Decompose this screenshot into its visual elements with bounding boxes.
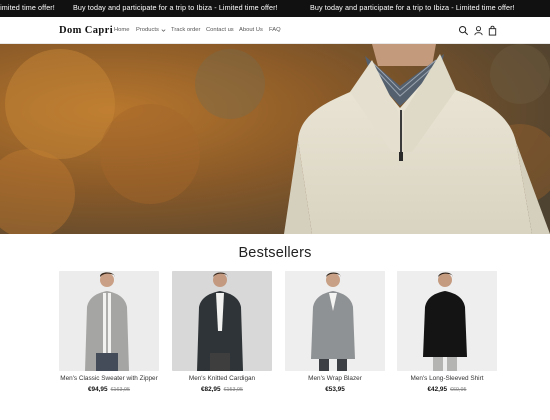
compare-price: €69,95 <box>450 387 467 393</box>
product-price: €94,95 €163,95 <box>59 386 159 393</box>
site-logo[interactable]: Dom Capri <box>59 25 113 36</box>
section-title: Bestsellers <box>238 245 312 261</box>
announcement-message: Limited time offer! <box>0 3 55 12</box>
product-name[interactable]: Men's Classic Sweater with Zipper <box>59 375 159 382</box>
product-image[interactable] <box>397 271 497 371</box>
nav-item-faq[interactable]: FAQ <box>269 27 281 33</box>
nav-item-contact-us[interactable]: Contact us <box>206 27 234 33</box>
product-photo <box>59 271 159 371</box>
product-price: €82,95 €153,95 <box>172 386 272 393</box>
nav-item-products[interactable]: Products <box>136 27 159 33</box>
announcement-message: Buy today and participate for a trip to … <box>73 3 278 12</box>
product-price: €53,95 <box>285 386 385 393</box>
nav-item-about-us[interactable]: About Us <box>239 27 263 33</box>
sale-price: €82,95 <box>200 386 221 393</box>
product-image[interactable] <box>59 271 159 371</box>
product-card[interactable]: Men's Long-Sleeved Shirt €42,95 €69,95 <box>397 271 497 393</box>
site-header: Dom Capri Home Products Track order Cont… <box>0 17 550 44</box>
product-image[interactable] <box>172 271 272 371</box>
product-image[interactable] <box>285 271 385 371</box>
nav-item-home[interactable]: Home <box>114 27 129 33</box>
hero-banner[interactable] <box>0 44 550 234</box>
cart-icon[interactable] <box>487 25 498 36</box>
product-price: €42,95 €69,95 <box>397 386 497 393</box>
hero-image <box>0 44 550 234</box>
product-photo <box>172 271 272 371</box>
product-photo <box>397 271 497 371</box>
product-photo <box>285 271 385 371</box>
sale-price: €53,95 <box>325 386 345 393</box>
sale-price: €42,95 <box>427 386 448 393</box>
product-card[interactable]: Men's Classic Sweater with Zipper €94,95… <box>59 271 159 393</box>
sale-price: €94,95 <box>87 386 108 393</box>
product-card[interactable]: Men's Wrap Blazer €53,95 <box>285 271 385 393</box>
product-card[interactable]: Men's Knitted Cardigan €82,95 €153,95 <box>172 271 272 393</box>
search-icon[interactable] <box>458 25 469 36</box>
account-icon[interactable] <box>473 25 484 36</box>
compare-price: €163,95 <box>110 387 131 393</box>
compare-price: €153,95 <box>223 387 244 393</box>
announcement-message: Buy today and participate for a trip to … <box>310 3 515 12</box>
announcement-bar: Limited time offer! Buy today and partic… <box>0 0 550 17</box>
product-name[interactable]: Men's Knitted Cardigan <box>172 375 272 382</box>
product-name[interactable]: Men's Wrap Blazer <box>285 375 385 382</box>
nav-item-track-order[interactable]: Track order <box>171 27 200 33</box>
product-name[interactable]: Men's Long-Sleeved Shirt <box>397 375 497 382</box>
chevron-down-icon <box>161 29 166 32</box>
